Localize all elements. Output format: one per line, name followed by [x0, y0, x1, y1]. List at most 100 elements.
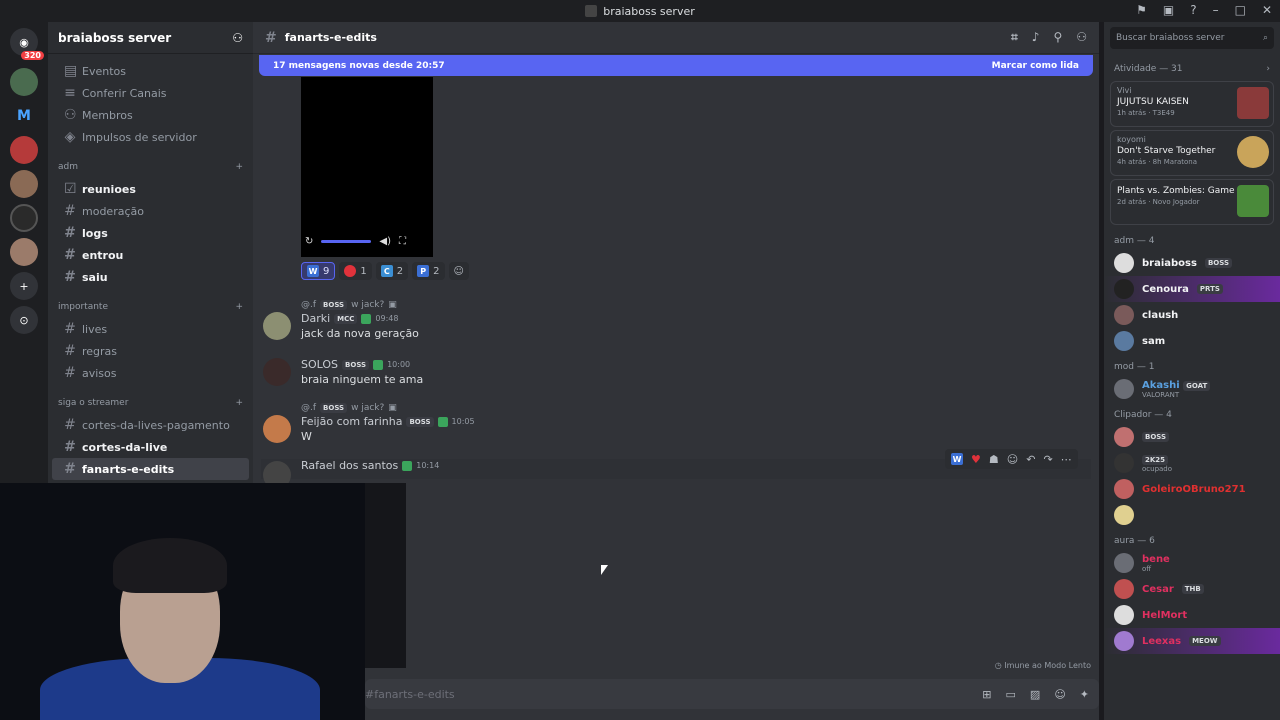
reaction-c[interactable]: C2 — [375, 262, 409, 280]
role-tag: THB — [1181, 584, 1204, 594]
server-icon[interactable] — [10, 238, 38, 266]
member-item[interactable]: claush — [1104, 302, 1280, 328]
add-channel-icon[interactable]: + — [235, 398, 243, 408]
channel-lives[interactable]: # lives — [52, 318, 249, 340]
category-adm[interactable]: adm + — [48, 156, 253, 178]
mark-read-button[interactable]: Marcar como lida — [992, 61, 1079, 71]
username[interactable]: Darki — [301, 312, 330, 325]
member-item[interactable]: Cesar THB — [1104, 576, 1280, 602]
forward-icon[interactable]: ↷ — [1043, 453, 1052, 466]
message: @.f BOSS w jack? ▣ Darki MCC 09:48 jack da no… — [261, 298, 1091, 340]
apps-icon[interactable]: ✦ — [1080, 688, 1089, 701]
activity-card[interactable]: Vivi JUJUTSU KAISEN 1h atrás · T3E49 — [1110, 81, 1274, 127]
message-composer[interactable]: #fanarts-e-edits ⊞ ▭ ▨ ☺ ✦ — [365, 679, 1099, 709]
channel-fanarts-e-edits[interactable]: # fanarts-e-edits — [52, 458, 249, 480]
channel-logs[interactable]: # logs — [52, 222, 249, 244]
quick-react-icon[interactable]: ☗ — [989, 453, 999, 466]
hash-icon: # — [64, 365, 76, 381]
new-messages-bar[interactable]: 17 mensagens novas desde 20:57 Marcar co… — [259, 55, 1093, 76]
sticker-icon[interactable]: ▨ — [1030, 688, 1040, 701]
invite-icon[interactable]: ⚇ — [232, 31, 243, 45]
activity-card[interactable]: koyomi Don't Starve Together 4h atrás · … — [1110, 130, 1274, 176]
volume-slider[interactable] — [321, 240, 372, 243]
avatar[interactable] — [263, 415, 291, 443]
video-embed[interactable] — [301, 77, 433, 257]
server-icon[interactable]: M — [10, 102, 38, 130]
member-item[interactable]: GoleiroOBruno271 — [1104, 476, 1280, 502]
image-embed[interactable] — [365, 483, 406, 668]
window-title: braiaboss server — [603, 4, 695, 18]
fullscreen-icon[interactable]: ⛶ — [399, 236, 406, 247]
member-item[interactable]: Cenoura PRTS — [1104, 276, 1280, 302]
minimize-button[interactable]: – — [1213, 3, 1219, 17]
username[interactable]: SOLOS — [301, 358, 338, 371]
reaction-red[interactable]: 1 — [339, 262, 372, 280]
gift-icon[interactable]: ⊞ — [982, 688, 991, 701]
server-icon[interactable] — [10, 68, 38, 96]
channel-cortes-da-live[interactable]: # cortes-da-live — [52, 436, 249, 458]
activity-header[interactable]: Atividade — 31 › — [1104, 54, 1280, 78]
discover-icon[interactable]: ⊙ — [10, 306, 38, 334]
close-button[interactable]: ✕ — [1262, 3, 1272, 17]
reply-icon[interactable]: ↶ — [1026, 453, 1035, 466]
message-input[interactable]: #fanarts-e-edits — [365, 688, 455, 701]
bell-icon[interactable]: ♪ — [1032, 30, 1040, 45]
sidebar-item-members[interactable]: ⚇ Membros — [52, 104, 249, 126]
avatar[interactable] — [263, 312, 291, 340]
member-item[interactable]: Leexas MEOW — [1104, 628, 1280, 654]
server-header[interactable]: braiaboss server ⚇ — [48, 22, 253, 54]
server-icon[interactable] — [10, 170, 38, 198]
sidebar-item-browse-channels[interactable]: ≡ Conferir Canais — [52, 82, 249, 104]
sidebar-item-events[interactable]: ▤ Eventos — [52, 60, 249, 82]
more-icon[interactable]: ⋯ — [1061, 453, 1072, 466]
reply-preview[interactable]: @.f BOSS w jack? ▣ — [301, 298, 1091, 312]
channel-entrou[interactable]: # entrou — [52, 244, 249, 266]
member-item[interactable]: Akashi GOAT VALORANT — [1104, 376, 1280, 402]
member-item[interactable]: BOSS — [1104, 424, 1280, 450]
members-icon[interactable]: ⚇ — [1076, 30, 1087, 45]
maximize-button[interactable]: □ — [1235, 3, 1246, 17]
reaction-p[interactable]: P2 — [412, 262, 445, 280]
channel-moderacao[interactable]: # moderação — [52, 200, 249, 222]
reaction-w[interactable]: W9 — [301, 262, 336, 280]
member-item[interactable] — [1104, 502, 1280, 528]
pin-icon[interactable]: ⚲ — [1053, 30, 1062, 45]
reply-preview[interactable]: @.f BOSS w jack? ▣ — [301, 401, 1091, 415]
add-reaction-icon[interactable]: ☺ — [1007, 453, 1018, 466]
channel-reunioes[interactable]: ☑ reunioes — [52, 178, 249, 200]
search-input[interactable]: Buscar braiaboss server ⌕ — [1110, 27, 1274, 49]
category-importante[interactable]: importante + — [48, 296, 253, 318]
channel-regras[interactable]: # regras — [52, 340, 249, 362]
add-server-icon[interactable]: + — [10, 272, 38, 300]
server-icon[interactable] — [10, 136, 38, 164]
gif-icon[interactable]: ▭ — [1006, 688, 1016, 701]
username[interactable]: Rafael dos santos — [301, 459, 398, 472]
help-icon[interactable]: ? — [1190, 3, 1196, 17]
member-item[interactable]: braiaboss BOSS — [1104, 250, 1280, 276]
member-item[interactable]: sam — [1104, 328, 1280, 354]
channel-saiu[interactable]: # saiu — [52, 266, 249, 288]
monitor-icon[interactable]: ▣ — [1163, 3, 1174, 17]
add-channel-icon[interactable]: + — [235, 162, 243, 172]
inbox-icon[interactable]: ⚑ — [1136, 3, 1147, 17]
add-channel-icon[interactable]: + — [235, 302, 243, 312]
volume-icon[interactable]: ◀) — [379, 236, 391, 247]
channel-cortes-da-lives-pagamento[interactable]: # cortes-da-lives-pagamento — [52, 414, 249, 436]
server-icon-active[interactable] — [10, 204, 38, 232]
home-button[interactable]: ◉ 320 — [10, 28, 44, 60]
threads-icon[interactable]: ⌗ — [1011, 30, 1018, 45]
member-item[interactable]: bene off — [1104, 550, 1280, 576]
category-siga-o-streamer[interactable]: siga o streamer + — [48, 392, 253, 414]
member-item[interactable]: HelMort — [1104, 602, 1280, 628]
avatar[interactable] — [263, 358, 291, 386]
sidebar-item-boosts[interactable]: ◈ Impulsos de servidor — [52, 126, 249, 148]
channel-avisos[interactable]: # avisos — [52, 362, 249, 384]
username[interactable]: Feijão com farinha — [301, 415, 402, 428]
add-reaction-button[interactable]: ☺ — [448, 262, 469, 280]
emoji-icon[interactable]: ☺ — [1054, 688, 1065, 701]
activity-card[interactable]: Plants vs. Zombies: Game ... 2d atrás · … — [1110, 179, 1274, 225]
replay-icon[interactable]: ↻ — [305, 236, 313, 247]
member-item[interactable]: 2K25 ocupado — [1104, 450, 1280, 476]
quick-react-heart-icon[interactable]: ♥ — [971, 453, 981, 466]
quick-react-w-icon[interactable]: W — [951, 453, 963, 465]
